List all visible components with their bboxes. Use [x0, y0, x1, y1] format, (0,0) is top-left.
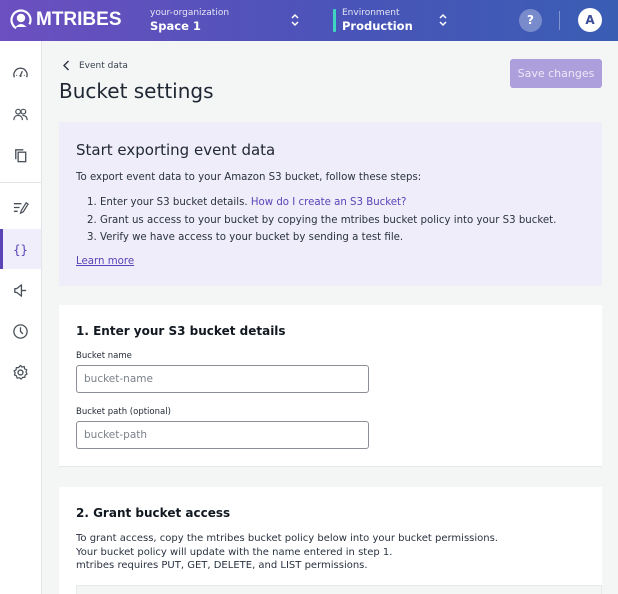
chevron-left-icon — [63, 60, 69, 71]
step-text: 1. Enter your S3 bucket details. — [87, 197, 251, 208]
edit-list-icon — [13, 201, 29, 214]
braces-code-icon: {} — [13, 242, 28, 256]
topbar-divider — [559, 11, 560, 30]
create-bucket-help-link[interactable]: How do I create an S3 Bucket? — [251, 197, 407, 208]
breadcrumb-back-link[interactable]: Event data — [62, 60, 128, 71]
section-title: 1. Enter your S3 bucket details — [76, 324, 286, 338]
bucket-path-label: Bucket path (optional) — [76, 407, 171, 417]
chevron-up-down-icon[interactable] — [290, 13, 300, 27]
environment-switcher[interactable]: Environment Production — [342, 7, 413, 34]
save-changes-button[interactable]: Save changes — [510, 59, 602, 88]
help-button[interactable]: ? — [519, 9, 542, 32]
sidebar-item-event-data[interactable]: {} — [0, 229, 41, 269]
chevron-up-down-icon[interactable] — [438, 13, 448, 27]
user-avatar[interactable]: A — [578, 8, 602, 32]
bucket-name-input[interactable] — [76, 365, 369, 393]
intro-title: Start exporting event data — [76, 141, 276, 159]
sidebar-item-history[interactable] — [0, 311, 41, 351]
bucket-policy-code-box[interactable] — [76, 585, 602, 594]
learn-more-link[interactable]: Learn more — [76, 256, 134, 267]
breadcrumb-label: Event data — [79, 60, 128, 71]
bucket-details-card: 1. Enter your S3 bucket details Bucket n… — [59, 305, 602, 467]
intro-lead: To export event data to your Amazon S3 b… — [76, 172, 422, 183]
sidebar-item-settings[interactable] — [0, 352, 41, 392]
sidebar-item-users[interactable] — [0, 94, 41, 134]
environment-indicator — [333, 9, 336, 32]
bucket-name-label: Bucket name — [76, 351, 132, 361]
description-line: Your bucket policy will update with the … — [76, 546, 393, 558]
dashboard-gauge-icon — [13, 67, 28, 78]
sidebar-divider — [0, 182, 41, 183]
section-title: 2. Grant bucket access — [76, 506, 231, 520]
organization-label: your-organization — [150, 8, 230, 18]
environment-label: Environment — [342, 8, 400, 18]
megaphone-icon — [14, 283, 27, 297]
step-item: 2. Grant us access to your bucket by cop… — [87, 214, 557, 226]
sidebar-item-dashboard[interactable] — [0, 53, 41, 93]
gear-settings-icon — [13, 364, 28, 380]
sidebar: {} — [0, 41, 42, 594]
space-name: Space 1 — [150, 19, 201, 33]
sidebar-item-announcements[interactable] — [0, 270, 41, 310]
clock-history-icon — [13, 323, 28, 339]
steps-list: 1. Enter your S3 bucket details. How do … — [87, 194, 556, 247]
sidebar-item-collections[interactable] — [0, 135, 41, 175]
grant-access-card: 2. Grant bucket access To grant access, … — [59, 487, 602, 594]
intro-panel: Start exporting event data To export eve… — [59, 122, 602, 286]
svg-text:{}: {} — [13, 242, 28, 256]
environment-name: Production — [342, 19, 413, 33]
step-item: 1. Enter your S3 bucket details. How do … — [87, 194, 556, 212]
copy-collections-icon — [15, 148, 27, 162]
description-line: mtribes requires PUT, GET, DELETE, and L… — [76, 560, 368, 571]
sidebar-item-edit[interactable] — [0, 187, 41, 227]
description-line: To grant access, copy the mtribes bucket… — [76, 533, 498, 544]
mtribes-logo-icon — [10, 9, 32, 31]
brand-logo[interactable]: MTRIBES — [10, 9, 122, 31]
brand-name: MTRIBES — [36, 9, 122, 30]
page-title: Bucket settings — [59, 79, 214, 103]
organization-switcher[interactable]: your-organization Space 1 — [150, 7, 229, 34]
bucket-path-input[interactable] — [76, 421, 369, 449]
grant-access-description: To grant access, copy the mtribes bucket… — [76, 532, 498, 573]
top-bar: MTRIBES your-organization Space 1 Enviro… — [0, 0, 618, 41]
users-icon — [13, 108, 28, 120]
step-item: 3. Verify we have access to your bucket … — [87, 232, 404, 243]
